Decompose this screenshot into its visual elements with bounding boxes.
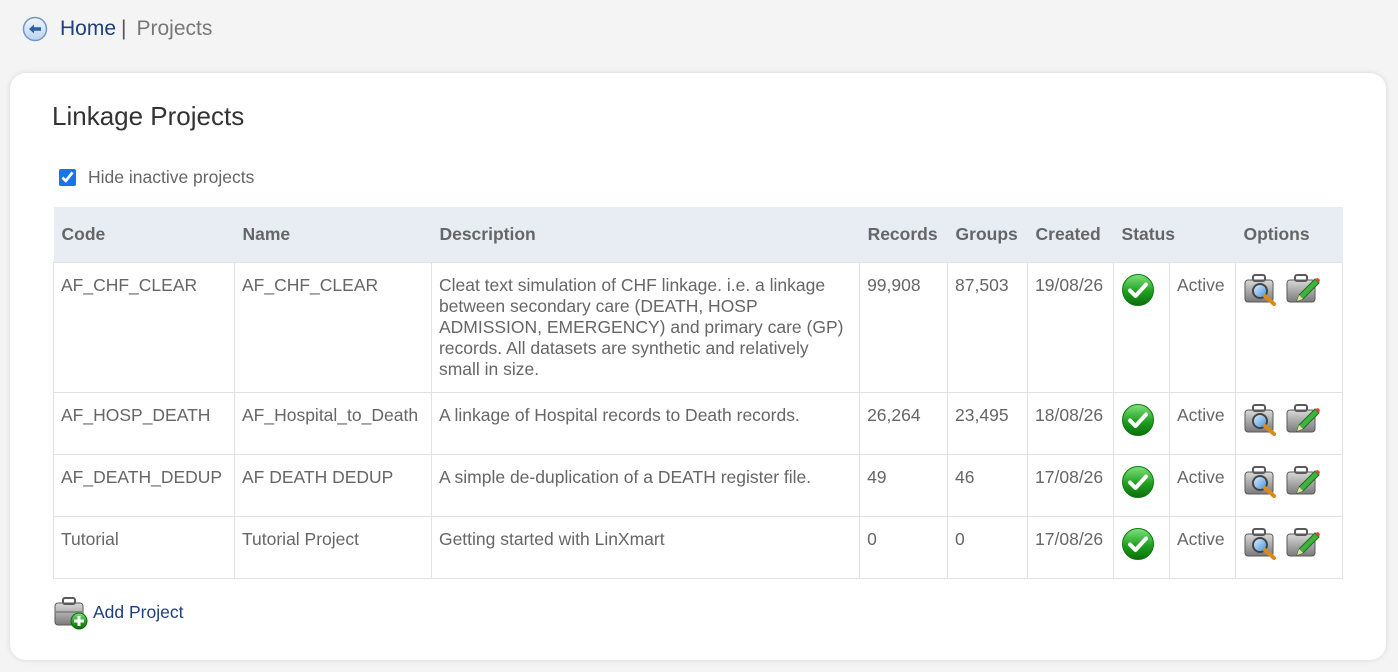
hide-inactive-filter[interactable]: Hide inactive projects bbox=[59, 167, 254, 188]
cell-options bbox=[1234, 391, 1344, 455]
checkmark-icon bbox=[1121, 527, 1162, 561]
cell-created: 18/08/26 bbox=[1027, 391, 1115, 455]
breadcrumb-separator: | bbox=[121, 17, 127, 40]
edit-project-icon[interactable] bbox=[1285, 401, 1321, 437]
cell-name: AF_CHF_CLEAR bbox=[233, 261, 432, 393]
header-records[interactable]: Records bbox=[859, 207, 948, 262]
cell-code: Tutorial bbox=[53, 515, 235, 579]
cell-name: AF_Hospital_to_Death bbox=[233, 391, 432, 455]
breadcrumb-current: Projects bbox=[136, 17, 213, 40]
cell-description: A simple de-duplication of a DEATH regis… bbox=[430, 453, 861, 517]
cell-created: 17/08/26 bbox=[1027, 515, 1115, 579]
cell-code: AF_DEATH_DEDUP bbox=[53, 453, 235, 517]
projects-table: Code Name Description Records Groups Cre… bbox=[53, 207, 1344, 579]
checkmark-icon bbox=[1121, 273, 1162, 307]
header-name[interactable]: Name bbox=[234, 207, 432, 262]
cell-status: Active bbox=[1168, 261, 1236, 393]
cell-description: A linkage of Hospital records to Death r… bbox=[430, 391, 861, 455]
view-project-icon[interactable] bbox=[1243, 271, 1279, 307]
add-project-icon[interactable] bbox=[53, 594, 89, 630]
table-row: Tutorial Tutorial Project Getting started … bbox=[53, 515, 1344, 579]
projects-card: Linkage Projects Hide inactive projects … bbox=[10, 73, 1386, 660]
cell-created: 17/08/26 bbox=[1027, 453, 1115, 517]
add-project[interactable]: Add Project bbox=[53, 594, 183, 630]
table-header-row: Code Name Description Records Groups Cre… bbox=[53, 207, 1343, 262]
cell-options bbox=[1234, 515, 1344, 579]
cell-status-icon bbox=[1113, 391, 1170, 455]
cell-created: 19/08/26 bbox=[1027, 261, 1115, 393]
cell-groups: 46 bbox=[947, 453, 1029, 517]
cell-status: Active bbox=[1168, 391, 1236, 455]
table-row: AF_HOSP_DEATH AF_Hospital_to_Death A linka… bbox=[53, 391, 1344, 455]
view-project-icon[interactable] bbox=[1243, 401, 1279, 437]
page-title: Linkage Projects bbox=[52, 101, 245, 131]
cell-groups: 23,495 bbox=[947, 391, 1029, 455]
cell-groups: 87,503 bbox=[947, 261, 1029, 393]
cell-status-icon bbox=[1113, 453, 1170, 517]
header-groups[interactable]: Groups bbox=[947, 207, 1028, 262]
cell-records: 0 bbox=[859, 515, 949, 579]
cell-name: AF DEATH DEDUP bbox=[233, 453, 432, 517]
back-arrow-icon[interactable] bbox=[22, 16, 48, 42]
breadcrumb-home-link[interactable]: Home bbox=[60, 17, 116, 41]
hide-inactive-checkbox[interactable] bbox=[59, 169, 76, 186]
header-code[interactable]: Code bbox=[53, 207, 235, 262]
cell-status: Active bbox=[1168, 453, 1236, 517]
hide-inactive-label: Hide inactive projects bbox=[88, 167, 255, 187]
checkmark-icon bbox=[1121, 465, 1162, 499]
view-project-icon[interactable] bbox=[1243, 525, 1279, 561]
cell-code: AF_CHF_CLEAR bbox=[53, 261, 235, 393]
table-row: AF_DEATH_DEDUP AF DEATH DEDUP A simple de-… bbox=[53, 453, 1344, 517]
view-project-icon[interactable] bbox=[1243, 463, 1279, 499]
table-row: AF_CHF_CLEAR AF_CHF_CLEAR Cleat text simul… bbox=[53, 261, 1344, 393]
cell-description: Getting started with LinXmart bbox=[430, 515, 861, 579]
edit-project-icon[interactable] bbox=[1285, 271, 1321, 307]
cell-code: AF_HOSP_DEATH bbox=[53, 391, 235, 455]
cell-description: Cleat text simulation of CHF linkage. i.… bbox=[430, 261, 861, 393]
header-options: Options bbox=[1235, 207, 1343, 262]
cell-records: 26,264 bbox=[859, 391, 949, 455]
edit-project-icon[interactable] bbox=[1285, 463, 1321, 499]
add-project-link[interactable]: Add Project bbox=[93, 602, 183, 623]
checkmark-icon bbox=[1121, 403, 1162, 437]
cell-options bbox=[1234, 453, 1344, 517]
cell-options bbox=[1234, 261, 1344, 393]
header-created[interactable]: Created bbox=[1027, 207, 1114, 262]
header-status[interactable]: Status bbox=[1113, 207, 1236, 262]
cell-name: Tutorial Project bbox=[233, 515, 432, 579]
breadcrumb: Home | Projects bbox=[22, 14, 212, 44]
cell-groups: 0 bbox=[947, 515, 1029, 579]
cell-status: Active bbox=[1168, 515, 1236, 579]
cell-records: 49 bbox=[859, 453, 949, 517]
cell-status-icon bbox=[1113, 261, 1170, 393]
cell-records: 99,908 bbox=[859, 261, 949, 393]
header-description[interactable]: Description bbox=[431, 207, 860, 262]
edit-project-icon[interactable] bbox=[1285, 525, 1321, 561]
cell-status-icon bbox=[1113, 515, 1170, 579]
